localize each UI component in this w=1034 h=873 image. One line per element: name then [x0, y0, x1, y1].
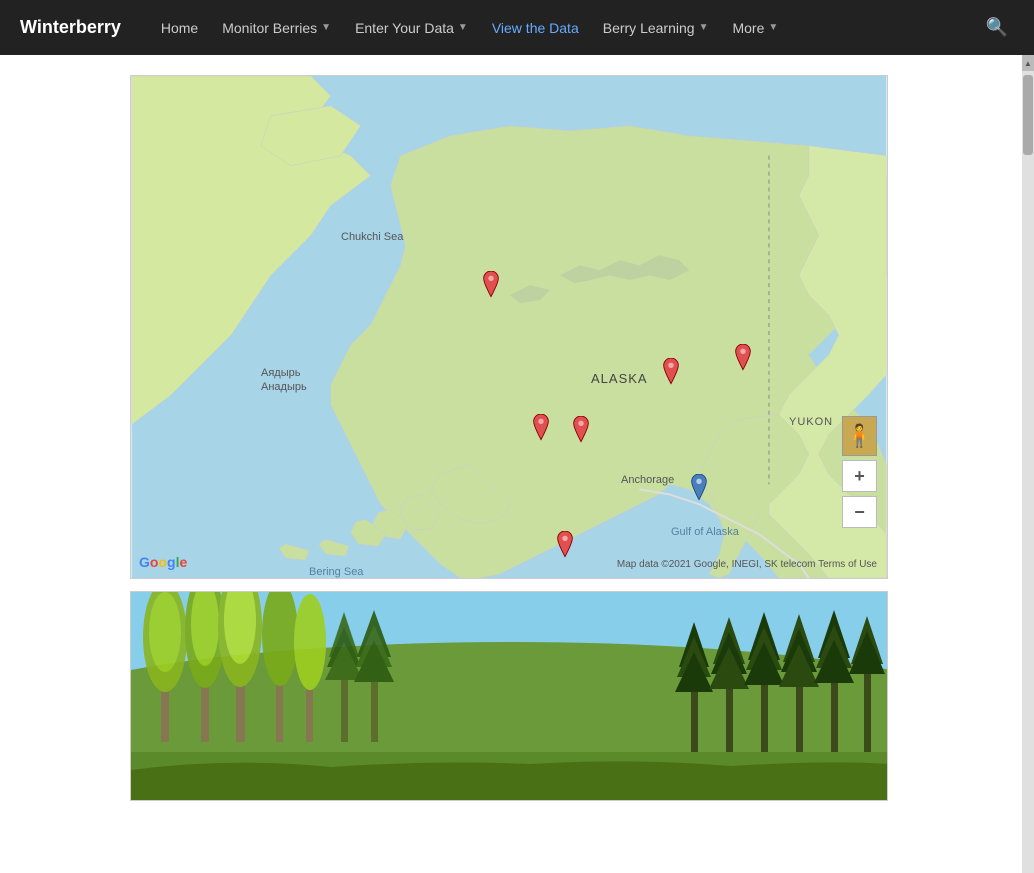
nav-view-the-data[interactable]: View the Data: [482, 14, 589, 42]
nav-berry-learning[interactable]: Berry Learning ▼: [593, 14, 719, 42]
photo-container: [130, 591, 888, 801]
map-pin-red-3[interactable]: [732, 344, 754, 372]
map-svg: [131, 76, 887, 578]
nav-links: Home Monitor Berries ▼ Enter Your Data ▼…: [151, 14, 980, 42]
map-pin-red-5[interactable]: [570, 416, 592, 444]
map-pin-red-6[interactable]: [554, 531, 576, 559]
landscape-photo: [131, 592, 887, 800]
berry-learning-chevron-icon: ▼: [699, 22, 709, 33]
map-attribution: Map data ©2021 Google, INEGI, SK telecom…: [617, 559, 877, 570]
zoom-in-button[interactable]: +: [842, 460, 877, 492]
scrollbar-thumb[interactable]: [1023, 75, 1033, 155]
landscape-svg: [131, 592, 888, 801]
nav-monitor-berries[interactable]: Monitor Berries ▼: [212, 14, 341, 42]
more-chevron-icon: ▼: [768, 22, 778, 33]
navbar: Winterberry Home Monitor Berries ▼ Enter…: [0, 0, 1034, 55]
map-controls: 🧍 + −: [842, 416, 877, 528]
enter-data-chevron-icon: ▼: [458, 22, 468, 33]
scrollbar-up-button[interactable]: ▲: [1022, 55, 1034, 71]
nav-enter-your-data[interactable]: Enter Your Data ▼: [345, 14, 478, 42]
scrollbar-track: ▲: [1022, 55, 1034, 873]
nav-home[interactable]: Home: [151, 14, 208, 42]
map-pin-blue-1[interactable]: [688, 474, 710, 502]
zoom-out-button[interactable]: −: [842, 496, 877, 528]
content-area: Chukchi Sea АядырьАнадырь ALASKA YUKON G…: [130, 75, 890, 801]
map-pin-red-2[interactable]: [660, 358, 682, 386]
google-logo: Google: [139, 554, 187, 570]
brand-logo[interactable]: Winterberry: [20, 17, 121, 38]
search-icon[interactable]: 🔍: [980, 11, 1014, 44]
map-pin-red-1[interactable]: [480, 271, 502, 299]
map-pin-red-4[interactable]: [530, 414, 552, 442]
nav-more[interactable]: More ▼: [722, 14, 788, 42]
map-container[interactable]: Chukchi Sea АядырьАнадырь ALASKA YUKON G…: [130, 75, 888, 579]
pegman-icon[interactable]: 🧍: [842, 416, 877, 456]
monitor-berries-chevron-icon: ▼: [321, 22, 331, 33]
main-content: Chukchi Sea АядырьАнадырь ALASKA YUKON G…: [0, 55, 1034, 821]
